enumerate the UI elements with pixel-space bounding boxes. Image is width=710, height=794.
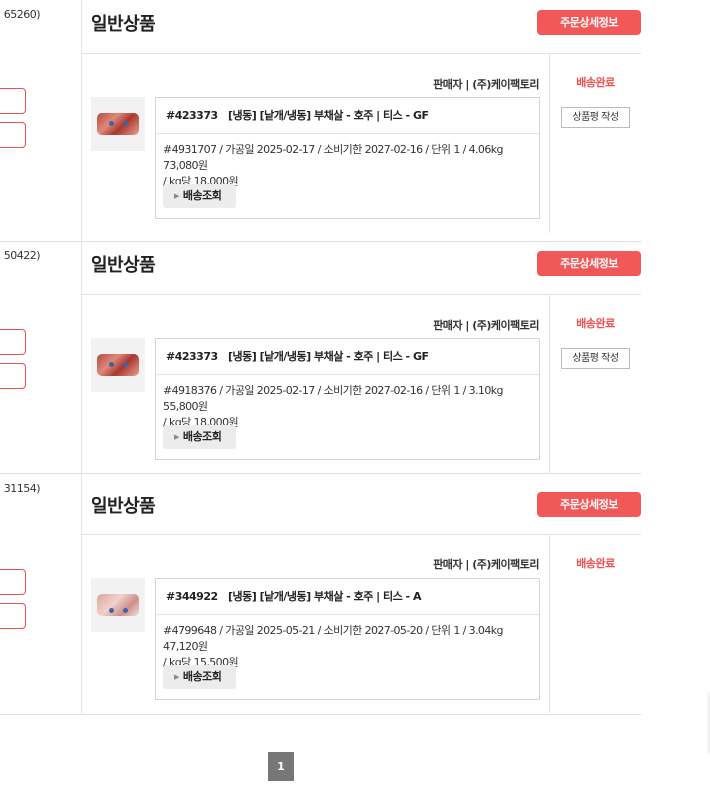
write-review-button[interactable]: 상품평 작성 <box>561 348 630 369</box>
order-summary-column: 65260) 원 <box>0 0 82 241</box>
tracking-button[interactable]: ▶ 배송조회 <box>163 184 236 208</box>
order-block: 31154) 원 일반상품 주문상세정보 판매자 | (주)케이팩토리 배송완료… <box>0 474 641 715</box>
order-action-button[interactable] <box>0 363 26 389</box>
seller-label: 판매자 | (주)케이팩토리 <box>433 78 539 91</box>
pagination-page-1[interactable]: 1 <box>268 752 294 781</box>
product-title-row: #423373 [냉동] [낱개/냉동] 부채살 - 호주 | 티스 - GF <box>156 98 539 134</box>
product-detail: #4799648 / 가공일 2025-05-21 / 소비기한 2027-05… <box>156 615 539 671</box>
product-info-box: #423373 [냉동] [낱개/냉동] 부채살 - 호주 | 티스 - GF … <box>155 97 540 219</box>
product-info-box: #344922 [냉동] [낱개/냉동] 부채살 - 호주 | 티스 - A #… <box>155 578 540 700</box>
order-summary-column: 50422) 원 <box>0 241 82 473</box>
order-detail-button[interactable]: 주문상세정보 <box>537 10 641 35</box>
tracking-button-label: 배송조회 <box>182 670 222 683</box>
product-detail: #4918376 / 가공일 2025-02-17 / 소비기한 2027-02… <box>156 375 539 431</box>
order-detail-button[interactable]: 주문상세정보 <box>537 492 641 517</box>
status-column: 배송완료 상품평 작성 <box>549 294 641 474</box>
caret-right-icon: ▶ <box>174 192 179 200</box>
order-amount: 원 <box>0 277 1 294</box>
order-main: 일반상품 주문상세정보 판매자 | (주)케이팩토리 배송완료 #344922 … <box>82 474 641 714</box>
order-number: 31154) <box>3 482 41 495</box>
product-detail-line: #4918376 / 가공일 2025-02-17 / 소비기한 2027-02… <box>163 384 503 413</box>
write-review-button[interactable]: 상품평 작성 <box>561 107 630 128</box>
product-detail: #4931707 / 가공일 2025-02-17 / 소비기한 2027-02… <box>156 134 539 190</box>
order-number: 50422) <box>3 249 41 262</box>
order-amount: 원 <box>0 510 1 527</box>
product-name[interactable]: [냉동] [낱개/냉동] 부채살 - 호주 | 티스 - GF <box>228 350 429 363</box>
product-info-box: #423373 [냉동] [낱개/냉동] 부채살 - 호주 | 티스 - GF … <box>155 338 540 460</box>
delivery-status: 배송완료 <box>576 317 615 330</box>
order-header: 일반상품 주문상세정보 <box>82 474 641 535</box>
category-title: 일반상품 <box>91 255 156 276</box>
delivery-status: 배송완료 <box>576 76 615 89</box>
status-column: 배송완료 상품평 작성 <box>549 53 641 233</box>
order-main: 일반상품 주문상세정보 판매자 | (주)케이팩토리 배송완료 상품평 작성 #… <box>82 241 641 474</box>
product-name[interactable]: [냉동] [낱개/냉동] 부채살 - 호주 | 티스 - GF <box>228 109 429 122</box>
scroll-edge <box>706 692 710 754</box>
order-number: 65260) <box>3 8 41 21</box>
order-amount: 원 <box>0 36 1 53</box>
seller-label: 판매자 | (주)케이팩토리 <box>433 558 539 571</box>
product-name[interactable]: [냉동] [낱개/냉동] 부채살 - 호주 | 티스 - A <box>228 590 421 603</box>
product-thumbnail[interactable] <box>91 578 145 632</box>
meat-image <box>97 594 139 616</box>
seller-label: 판매자 | (주)케이팩토리 <box>433 319 539 332</box>
tracking-button[interactable]: ▶ 배송조회 <box>163 665 236 689</box>
product-code: #423373 <box>166 350 218 363</box>
order-action-button[interactable] <box>0 329 26 355</box>
order-action-button[interactable] <box>0 88 26 114</box>
order-action-button[interactable] <box>0 569 26 595</box>
order-block: 65260) 원 일반상품 주문상세정보 판매자 | (주)케이팩토리 배송완료… <box>0 0 641 242</box>
product-thumbnail[interactable] <box>91 338 145 392</box>
order-header: 일반상품 주문상세정보 <box>82 241 641 295</box>
caret-right-icon: ▶ <box>174 433 179 441</box>
category-title: 일반상품 <box>91 496 156 517</box>
product-title-row: #423373 [냉동] [낱개/냉동] 부채살 - 호주 | 티스 - GF <box>156 339 539 375</box>
order-summary-column: 31154) 원 <box>0 474 82 714</box>
tracking-button-label: 배송조회 <box>182 189 222 202</box>
order-block: 50422) 원 일반상품 주문상세정보 판매자 | (주)케이팩토리 배송완료… <box>0 241 641 474</box>
product-title-row: #344922 [냉동] [낱개/냉동] 부채살 - 호주 | 티스 - A <box>156 579 539 615</box>
product-detail-line: #4931707 / 가공일 2025-02-17 / 소비기한 2027-02… <box>163 143 503 172</box>
order-detail-button[interactable]: 주문상세정보 <box>537 251 641 276</box>
status-column: 배송완료 <box>549 534 641 713</box>
tracking-button-label: 배송조회 <box>182 430 222 443</box>
product-detail-line: #4799648 / 가공일 2025-05-21 / 소비기한 2027-05… <box>163 624 503 653</box>
order-header: 일반상품 주문상세정보 <box>82 0 641 54</box>
order-action-button[interactable] <box>0 122 26 148</box>
product-code: #344922 <box>166 590 218 603</box>
delivery-status: 배송완료 <box>576 557 615 570</box>
product-thumbnail[interactable] <box>91 97 145 151</box>
tracking-button[interactable]: ▶ 배송조회 <box>163 425 236 449</box>
meat-image <box>97 354 139 376</box>
meat-image <box>97 113 139 135</box>
product-code: #423373 <box>166 109 218 122</box>
order-main: 일반상품 주문상세정보 판매자 | (주)케이팩토리 배송완료 상품평 작성 #… <box>82 0 641 241</box>
category-title: 일반상품 <box>91 14 156 35</box>
caret-right-icon: ▶ <box>174 673 179 681</box>
order-action-button[interactable] <box>0 603 26 629</box>
